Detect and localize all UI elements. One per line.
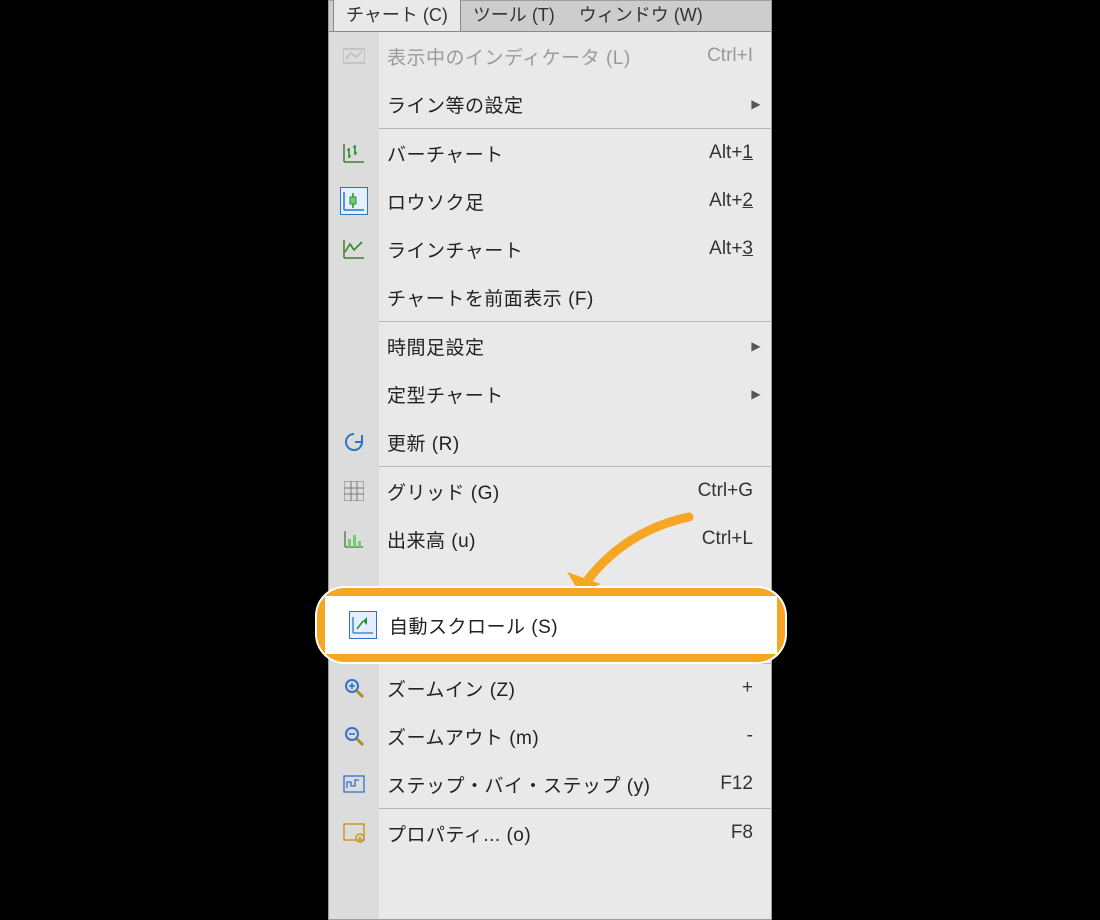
submenu-arrow-icon: ▶ xyxy=(741,97,771,111)
menu-refresh[interactable]: 更新 (R) xyxy=(329,418,771,466)
menu-item-accelerator: Alt+1 xyxy=(661,142,771,164)
menu-line-chart[interactable]: ラインチャート Alt+3 xyxy=(329,225,771,273)
menu-item-label: 定型チャート xyxy=(379,381,741,408)
menu-item-label: 時間足設定 xyxy=(379,333,741,360)
menu-step-by-step[interactable]: ステップ・バイ・ステップ (y) F12 xyxy=(329,760,771,808)
highlight-callout: 自動スクロール (S) xyxy=(317,588,785,662)
menu-tools[interactable]: ツール (T) xyxy=(461,0,567,31)
candlestick-icon xyxy=(340,187,368,215)
menu-item-accelerator: Ctrl+I xyxy=(661,45,771,67)
app-window: チャート (C) ツール (T) ウィンドウ (W) 表示中のインディケータ (… xyxy=(328,0,772,920)
menu-zoom-in[interactable]: ズームイン (Z) + xyxy=(329,664,771,712)
menu-item-accelerator: F8 xyxy=(661,822,771,844)
autoscroll-icon xyxy=(349,611,377,639)
menu-window[interactable]: ウィンドウ (W) xyxy=(567,0,715,31)
menu-item-label: ズームイン (Z) xyxy=(379,675,661,702)
menu-item-label: チャートを前面表示 (F) xyxy=(379,284,661,311)
indicators-icon xyxy=(340,42,368,70)
menu-item-label: プロパティ... (o) xyxy=(379,820,661,847)
menu-item-label: 表示中のインディケータ (L) xyxy=(379,43,661,70)
menu-volume[interactable]: 出来高 (u) Ctrl+L xyxy=(329,515,771,563)
menu-item-label: ラインチャート xyxy=(379,236,661,263)
menu-item-accelerator: F12 xyxy=(661,773,771,795)
menu-line-settings[interactable]: ライン等の設定 ▶ xyxy=(329,80,771,128)
menu-template[interactable]: 定型チャート ▶ xyxy=(329,370,771,418)
step-icon xyxy=(340,770,368,798)
menu-autoscroll[interactable]: 自動スクロール (S) xyxy=(325,596,777,654)
menu-item-label: ステップ・バイ・ステップ (y) xyxy=(379,771,661,798)
volume-icon xyxy=(340,525,368,553)
menu-bar-chart[interactable]: バーチャート Alt+1 xyxy=(329,129,771,177)
menu-item-label: 更新 (R) xyxy=(379,429,661,456)
menu-item-accelerator: - xyxy=(661,725,771,747)
menu-item-label: グリッド (G) xyxy=(379,478,661,505)
menu-item-label: ライン等の設定 xyxy=(379,91,741,118)
menu-item-accelerator: Alt+2 xyxy=(661,190,771,212)
zoom-out-icon xyxy=(340,722,368,750)
menu-item-label: バーチャート xyxy=(379,140,661,167)
menu-indicators[interactable]: 表示中のインディケータ (L) Ctrl+I xyxy=(329,32,771,80)
submenu-arrow-icon: ▶ xyxy=(741,339,771,353)
grid-icon xyxy=(340,477,368,505)
menu-item-accelerator: Ctrl+G xyxy=(661,480,771,502)
properties-icon xyxy=(340,819,368,847)
menu-zoom-out[interactable]: ズームアウト (m) - xyxy=(329,712,771,760)
menu-candlestick[interactable]: ロウソク足 Alt+2 xyxy=(329,177,771,225)
menu-item-label: ロウソク足 xyxy=(379,188,661,215)
menu-item-label: 自動スクロール (S) xyxy=(385,612,777,639)
bar-chart-icon xyxy=(340,139,368,167)
menu-item-accelerator: + xyxy=(661,677,771,699)
line-chart-icon xyxy=(340,235,368,263)
menu-properties[interactable]: プロパティ... (o) F8 xyxy=(329,809,771,857)
menubar: チャート (C) ツール (T) ウィンドウ (W) xyxy=(329,1,771,31)
menu-grid[interactable]: グリッド (G) Ctrl+G xyxy=(329,467,771,515)
zoom-in-icon xyxy=(340,674,368,702)
chart-dropdown: 表示中のインディケータ (L) Ctrl+I ライン等の設定 ▶ バーチャート … xyxy=(329,31,771,919)
menu-chart-foreground[interactable]: チャートを前面表示 (F) xyxy=(329,273,771,321)
submenu-arrow-icon: ▶ xyxy=(741,387,771,401)
menu-timeframe[interactable]: 時間足設定 ▶ xyxy=(329,322,771,370)
menu-item-accelerator: Alt+3 xyxy=(661,238,771,260)
refresh-icon xyxy=(340,428,368,456)
menu-chart[interactable]: チャート (C) xyxy=(333,0,461,32)
menu-item-label: ズームアウト (m) xyxy=(379,723,661,750)
